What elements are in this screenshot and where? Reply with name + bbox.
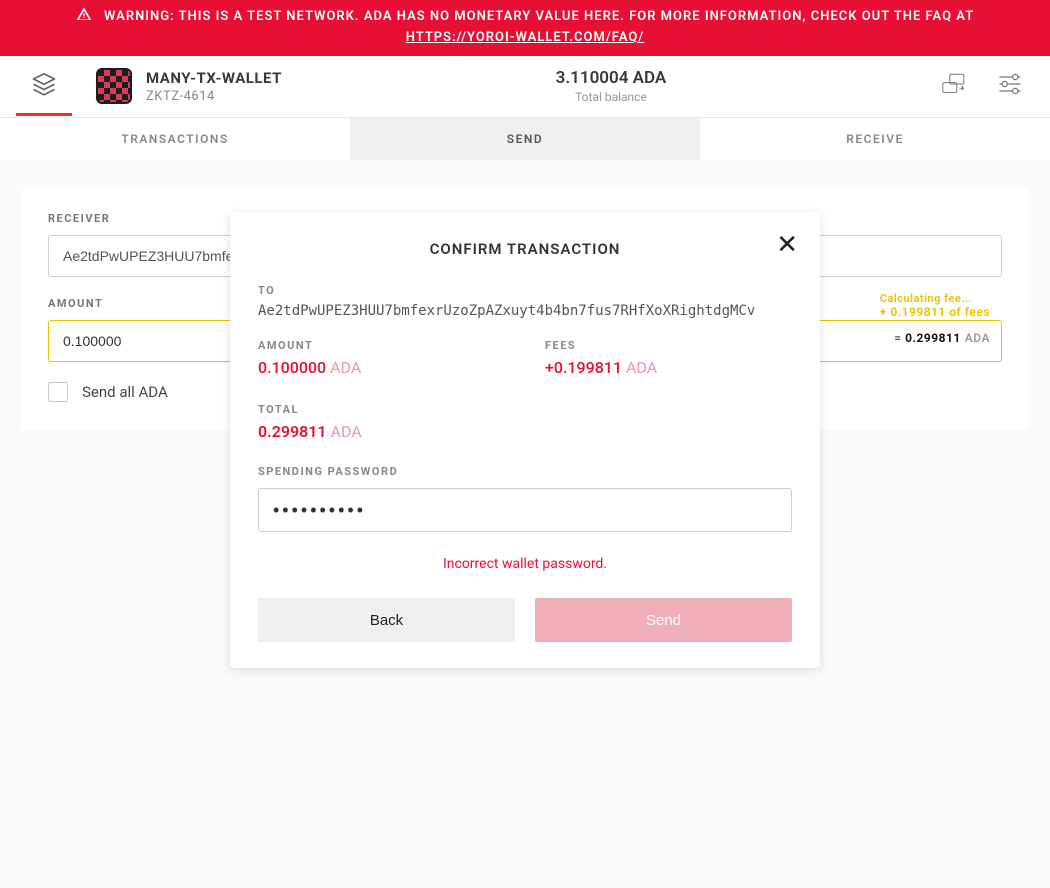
banner-text: WARNING: THIS IS A TEST NETWORK. ADA HAS… — [104, 9, 974, 24]
wallet-code: ZKTZ-4614 — [146, 89, 282, 104]
wallet-info: MANY-TX-WALLET ZKTZ-4614 — [146, 69, 282, 104]
fee-hint: Calculating fee... + 0.199811 of fees — [880, 291, 990, 319]
amount-value-modal: 0.100000ADA — [258, 358, 505, 377]
checkbox-icon — [48, 382, 68, 402]
app-header: MANY-TX-WALLET ZKTZ-4614 3.110004 ADA To… — [0, 56, 1050, 118]
balance-block: 3.110004 ADA Total balance — [282, 68, 940, 104]
send-all-label: Send all ADA — [82, 383, 168, 401]
tab-receive[interactable]: RECEIVE — [700, 118, 1050, 160]
total-hint: = 0.299811ADA — [894, 331, 990, 345]
confirm-transaction-modal: CONFIRM TRANSACTION ✕ TO Ae2tdPwUPEZ3HUU… — [230, 212, 820, 668]
testnet-warning-banner: WARNING: THIS IS A TEST NETWORK. ADA HAS… — [0, 0, 1050, 56]
app-logo[interactable] — [16, 60, 72, 116]
to-label: TO — [258, 284, 792, 297]
to-address: Ae2tdPwUPEZ3HUU7bmfexrUzoZpAZxuyt4b4bn7f… — [258, 303, 792, 319]
wallet-tabs: TRANSACTIONS SEND RECEIVE — [0, 118, 1050, 160]
password-error: Incorrect wallet password. — [258, 556, 792, 572]
balance-value: 3.110004 ADA — [282, 68, 940, 88]
transfer-icon[interactable] — [940, 70, 968, 102]
tab-send[interactable]: SEND — [350, 118, 700, 160]
total-value: 0.299811ADA — [258, 422, 792, 441]
close-icon[interactable]: ✕ — [776, 232, 798, 258]
warning-icon — [76, 6, 92, 20]
tab-transactions[interactable]: TRANSACTIONS — [0, 118, 350, 160]
total-label: TOTAL — [258, 403, 792, 416]
amount-label-modal: AMOUNT — [258, 339, 505, 352]
send-button[interactable]: Send — [535, 598, 792, 642]
password-label: SPENDING PASSWORD — [258, 465, 792, 478]
modal-title: CONFIRM TRANSACTION — [258, 240, 792, 258]
settings-icon[interactable] — [996, 70, 1024, 102]
spending-password-input[interactable] — [258, 488, 792, 532]
balance-label: Total balance — [282, 90, 940, 104]
wallet-identicon — [96, 68, 132, 104]
fees-label: FEES — [545, 339, 792, 352]
fees-value: +0.199811ADA — [545, 358, 792, 377]
wallet-name: MANY-TX-WALLET — [146, 69, 282, 87]
banner-faq-link[interactable]: HTTPS://YOROI-WALLET.COM/FAQ/ — [406, 30, 645, 45]
back-button[interactable]: Back — [258, 598, 515, 642]
